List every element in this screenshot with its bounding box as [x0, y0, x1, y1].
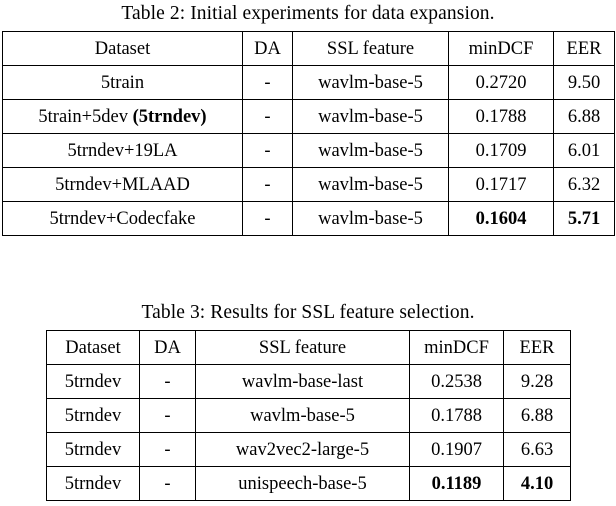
table3-col-header-mindcf: minDCF — [409, 330, 504, 365]
table-row: 5trndev+MLAAD - wavlm-base-5 0.1717 6.32 — [2, 167, 615, 202]
table2-container: Dataset DA SSL feature minDCF EER 5train… — [2, 31, 615, 238]
table3: Dataset DA SSL feature minDCF EER 5trnde… — [46, 330, 571, 501]
table2: Dataset DA SSL feature minDCF EER 5train… — [2, 31, 615, 236]
table2-cell-dataset: 5train — [2, 65, 243, 100]
table3-cell-eer: 6.63 — [503, 432, 571, 467]
table-row: 5trndev - wav2vec2-large-5 0.1907 6.63 — [46, 432, 571, 467]
table2-cell-mindcf: 0.1604 — [448, 201, 554, 236]
table3-cell-ssl-feature: wavlm-base-5 — [195, 398, 410, 433]
table3-cell-da: - — [139, 432, 196, 467]
table2-dataset-text: 5trndev+MLAAD — [55, 174, 190, 195]
table2-col-header-da: DA — [242, 31, 293, 66]
table2-cell-dataset: 5trndev+MLAAD — [2, 167, 243, 202]
table3-col-header-da: DA — [139, 330, 196, 365]
table3-col-header-ssl-feature: SSL feature — [195, 330, 410, 365]
table3-caption: Table 3: Results for SSL feature selecti… — [141, 302, 475, 323]
table3-cell-da: - — [139, 398, 196, 433]
table2-cell-mindcf: 0.2720 — [448, 65, 554, 100]
table2-dataset-text: 5train+5dev — [38, 106, 133, 127]
table3-col-header-dataset: Dataset — [46, 330, 140, 365]
table-row: 5trndev - unispeech-base-5 0.1189 4.10 — [46, 466, 571, 501]
table3-cell-dataset: 5trndev — [46, 466, 140, 501]
table2-col-header-dataset: Dataset — [2, 31, 243, 66]
table2-cell-ssl-feature: wavlm-base-5 — [292, 167, 449, 202]
table3-cell-dataset: 5trndev — [46, 398, 140, 433]
table2-caption: Table 2: Initial experiments for data ex… — [121, 3, 495, 24]
table3-cell-mindcf: 0.2538 — [409, 364, 504, 399]
table-row: 5trndev+19LA - wavlm-base-5 0.1709 6.01 — [2, 133, 615, 168]
table2-cell-eer: 9.50 — [553, 65, 615, 100]
table3-cell-dataset: 5trndev — [46, 432, 140, 467]
table2-cell-da: - — [242, 201, 293, 236]
table3-cell-ssl-feature: wav2vec2-large-5 — [195, 432, 410, 467]
table2-col-header-ssl-feature: SSL feature — [292, 31, 449, 66]
table2-dataset-text: 5train — [100, 72, 145, 93]
table2-cell-mindcf: 0.1717 — [448, 167, 554, 202]
table2-cell-da: - — [242, 133, 293, 168]
table3-cell-ssl-feature: unispeech-base-5 — [195, 466, 410, 501]
table-row: 5trndev - wavlm-base-last 0.2538 9.28 — [46, 364, 571, 399]
table2-cell-eer: 5.71 — [553, 201, 615, 236]
table2-cell-eer: 6.32 — [553, 167, 615, 202]
table2-col-header-mindcf: minDCF — [448, 31, 554, 66]
table3-cell-ssl-feature: wavlm-base-last — [195, 364, 410, 399]
table2-cell-ssl-feature: wavlm-base-5 — [292, 65, 449, 100]
table2-cell-eer: 6.88 — [553, 99, 615, 134]
table3-cell-da: - — [139, 466, 196, 501]
table3-col-header-eer: EER — [503, 330, 571, 365]
table3-cell-da: - — [139, 364, 196, 399]
table2-dataset-text: 5trndev+Codecfake — [49, 208, 196, 229]
table2-cell-mindcf: 0.1709 — [448, 133, 554, 168]
table2-cell-da: - — [242, 65, 293, 100]
table-row: 5trndev - wavlm-base-5 0.1788 6.88 — [46, 398, 571, 433]
table2-cell-da: - — [242, 167, 293, 202]
table2-cell-ssl-feature: wavlm-base-5 — [292, 201, 449, 236]
table2-cell-dataset: 5trndev+Codecfake — [2, 201, 243, 236]
table2-dataset-text: 5trndev+19LA — [67, 140, 178, 161]
table2-dataset-bold: (5trndev) — [132, 106, 207, 127]
table3-cell-dataset: 5trndev — [46, 364, 140, 399]
table-row: 5train - wavlm-base-5 0.2720 9.50 — [2, 65, 615, 100]
table3-cell-eer: 4.10 — [503, 466, 571, 501]
table3-cell-eer: 6.88 — [503, 398, 571, 433]
table2-cell-dataset: 5train+5dev (5trndev) — [2, 99, 243, 134]
table2-cell-dataset: 5trndev+19LA — [2, 133, 243, 168]
table3-cell-mindcf: 0.1189 — [409, 466, 504, 501]
table2-header-row: Dataset DA SSL feature minDCF EER — [2, 31, 615, 66]
table-row: 5train+5dev (5trndev) - wavlm-base-5 0.1… — [2, 99, 615, 134]
table2-cell-mindcf: 0.1788 — [448, 99, 554, 134]
table2-cell-eer: 6.01 — [553, 133, 615, 168]
table-row: 5trndev+Codecfake - wavlm-base-5 0.1604 … — [2, 201, 615, 236]
table3-cell-eer: 9.28 — [503, 364, 571, 399]
table3-cell-mindcf: 0.1907 — [409, 432, 504, 467]
table3-cell-mindcf: 0.1788 — [409, 398, 504, 433]
table2-cell-da: - — [242, 99, 293, 134]
table3-container: Dataset DA SSL feature minDCF EER 5trnde… — [46, 330, 571, 501]
table2-cell-ssl-feature: wavlm-base-5 — [292, 133, 449, 168]
table2-col-header-eer: EER — [553, 31, 615, 66]
table2-cell-ssl-feature: wavlm-base-5 — [292, 99, 449, 134]
table3-header-row: Dataset DA SSL feature minDCF EER — [46, 330, 571, 365]
